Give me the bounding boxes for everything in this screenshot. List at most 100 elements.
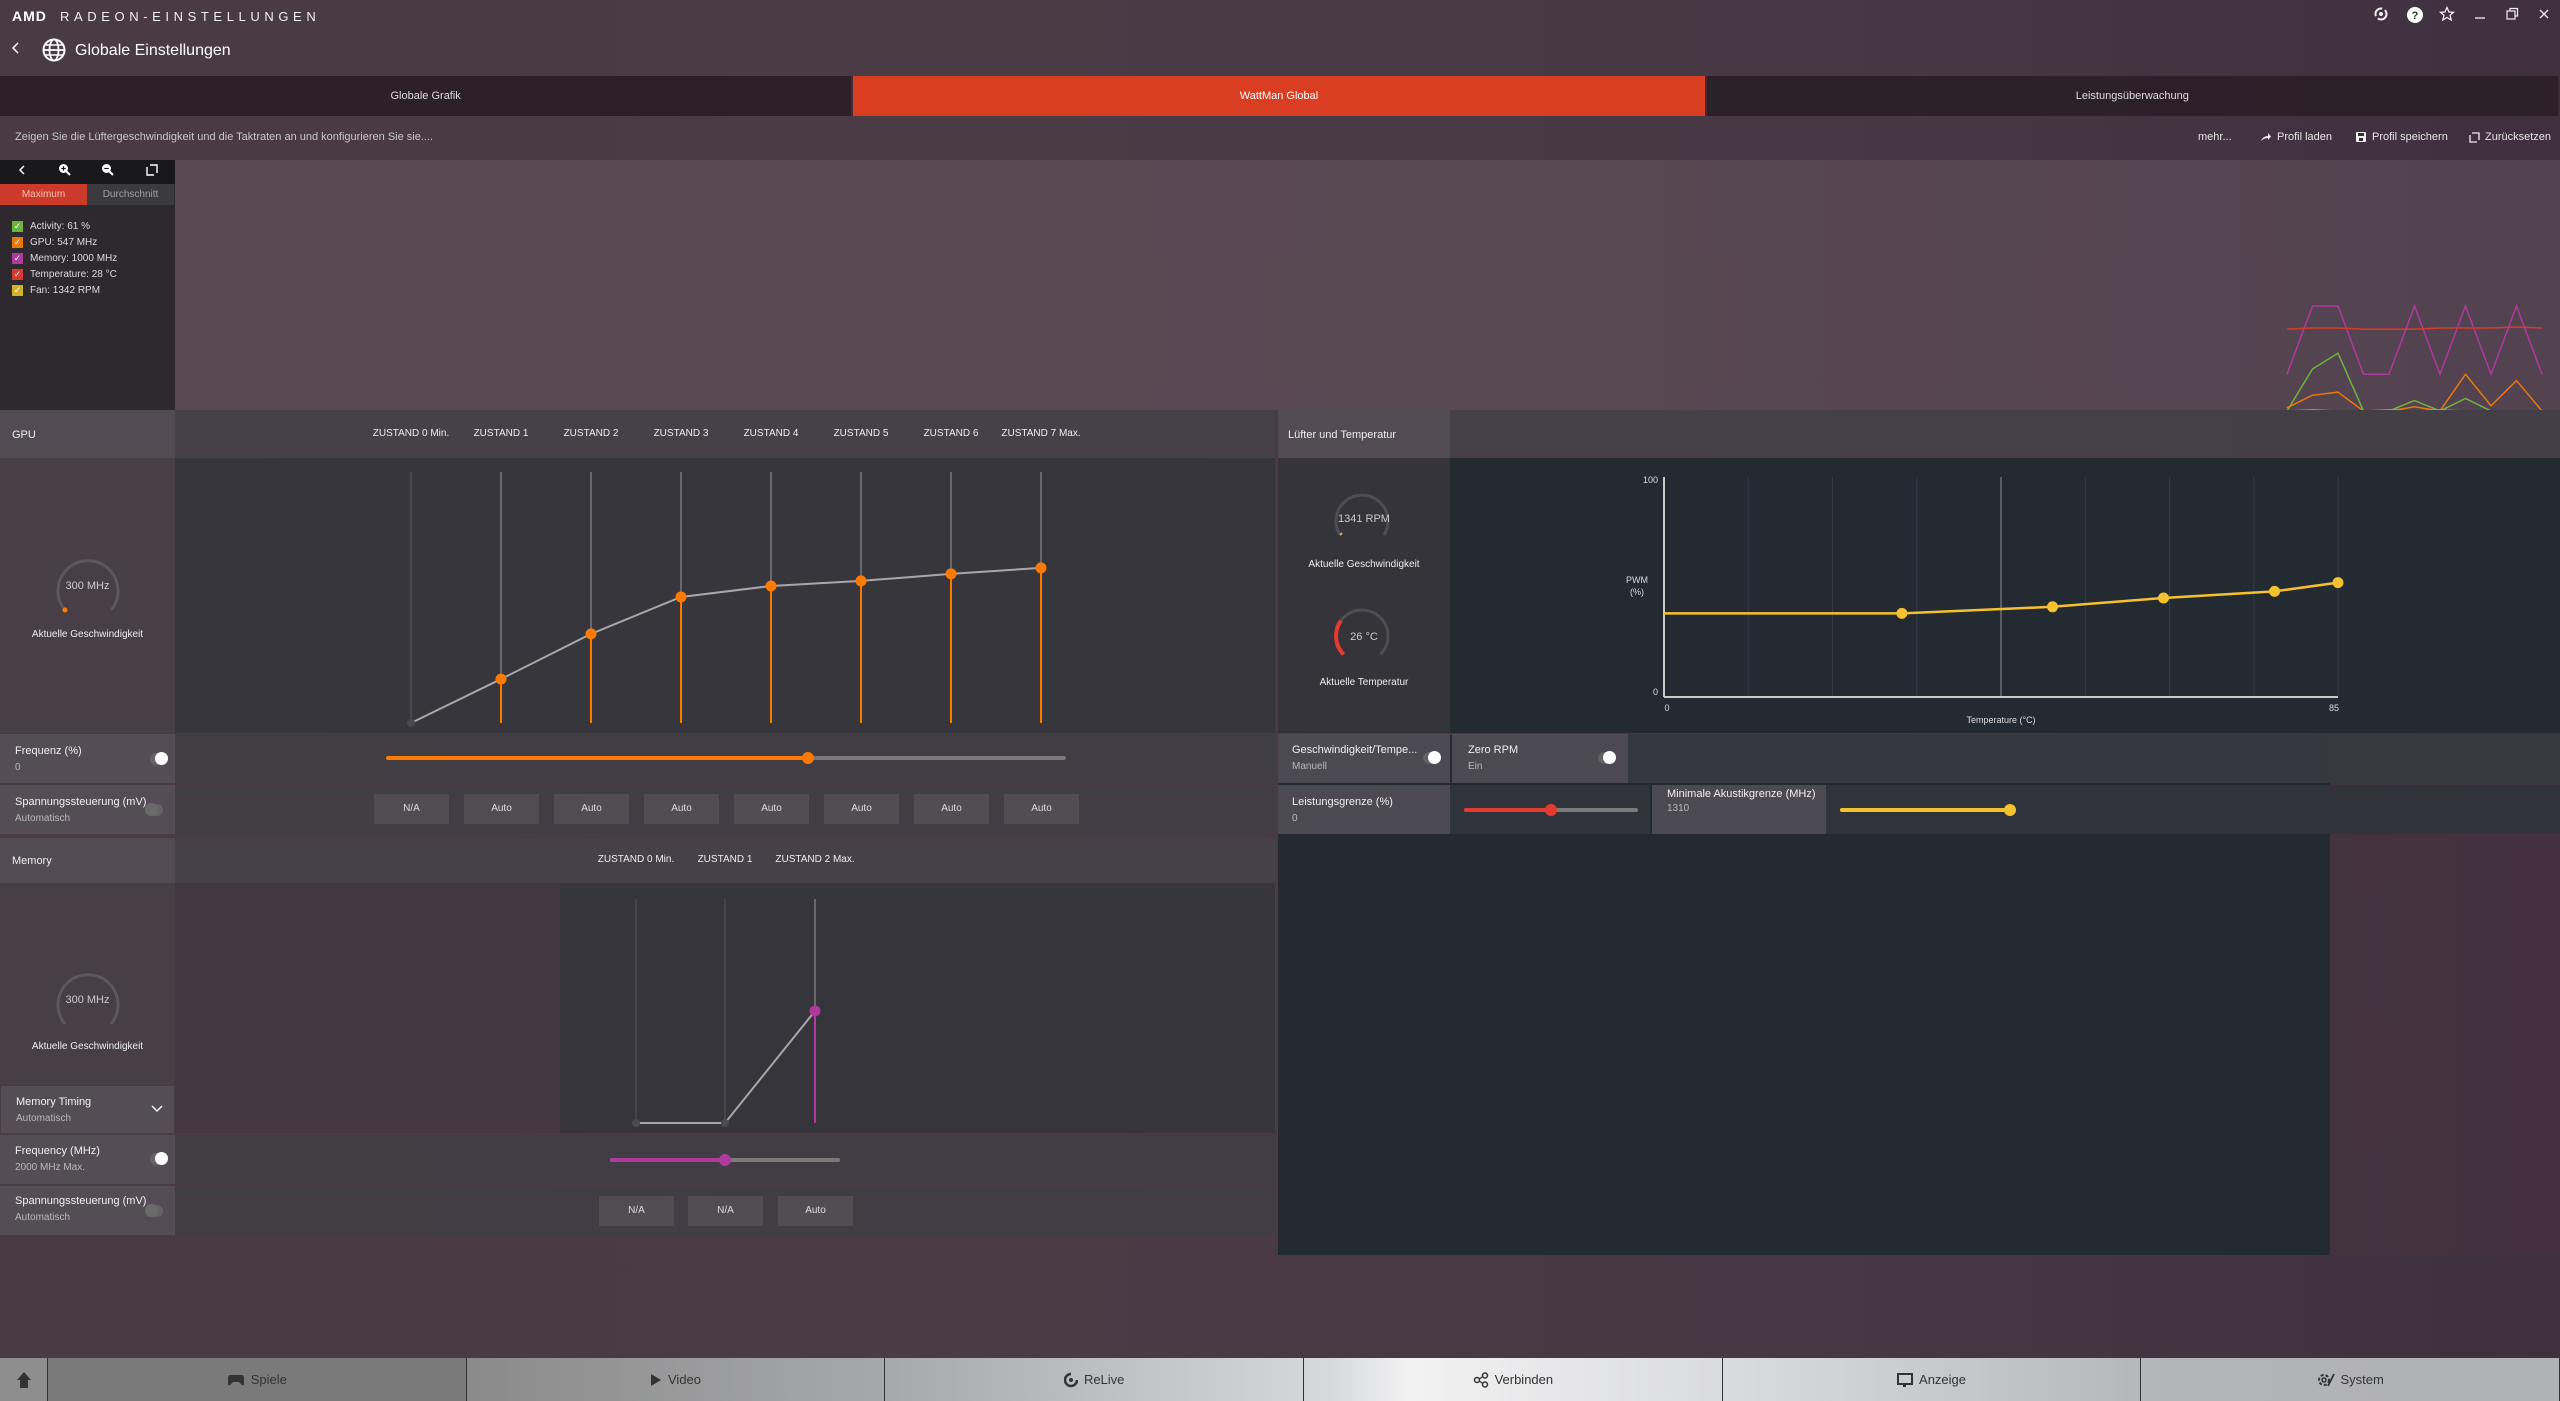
- monitor-tab-maximum[interactable]: Maximum: [0, 184, 87, 205]
- slider-handle[interactable]: [2004, 804, 2016, 816]
- gpu-voltage-state-button[interactable]: N/A: [374, 794, 449, 824]
- fan-title: Lüfter und Temperatur: [1288, 429, 1397, 441]
- memory-frequency-control: Frequency (MHz) 2000 MHz Max.: [0, 1135, 175, 1184]
- power-limit-control: Leistungsgrenze (%) 0: [1278, 785, 1450, 834]
- power-limit-slider[interactable]: [1464, 804, 1638, 816]
- x-axis-label: Temperature (°C): [1966, 715, 2035, 725]
- memory-voltage-state-button[interactable]: Auto: [778, 1196, 853, 1226]
- speed-temp-toggle[interactable]: [1423, 751, 1441, 764]
- tab-globale-grafik[interactable]: Globale Grafik: [0, 76, 854, 116]
- fan-curve-chart[interactable]: 100 00 85 PWM (%) Temperature (°C): [1600, 465, 2360, 730]
- power-limit-title: Leistungsgrenze (%): [1292, 796, 1393, 808]
- star-icon[interactable]: [2436, 5, 2458, 28]
- nav-verbinden[interactable]: Verbinden: [1304, 1358, 1723, 1401]
- gpu-state-label: ZUSTAND 1: [473, 428, 529, 439]
- gpu-voltage-state-button[interactable]: Auto: [1004, 794, 1079, 824]
- home-button[interactable]: [0, 1358, 48, 1401]
- gpu-frequency-toggle[interactable]: [150, 752, 168, 765]
- nav-label: System: [2340, 1372, 2384, 1387]
- zoom-in-icon: [59, 164, 71, 176]
- fan-speed-value: 1341 RPM: [1338, 513, 1390, 525]
- back-button[interactable]: [10, 40, 22, 61]
- fan-row-filler: [1628, 734, 2560, 783]
- minimize-icon[interactable]: [2469, 6, 2491, 28]
- nav-spiele[interactable]: Spiele: [48, 1358, 467, 1401]
- slider-handle[interactable]: [1545, 804, 1557, 816]
- nav-system[interactable]: System: [2141, 1358, 2560, 1401]
- monitor-tab-durchschnitt[interactable]: Durchschnitt: [87, 184, 174, 205]
- monitor-back-button[interactable]: [0, 160, 43, 184]
- x-tick-label: 85: [2329, 703, 2339, 713]
- gpu-voltage-state-button[interactable]: Auto: [824, 794, 899, 824]
- gpu-frequency-value: 0: [15, 762, 21, 773]
- memory-clock-chart[interactable]: [560, 885, 880, 1135]
- legend-item-memory[interactable]: ✓ Memory: 1000 MHz: [12, 250, 117, 266]
- bottom-navigation: Spiele Video ReLive Verbinden Anzeige Sy…: [0, 1358, 2560, 1401]
- svg-text:?: ?: [2412, 10, 2419, 22]
- gpu-voltage-state-button[interactable]: Auto: [554, 794, 629, 824]
- memory-voltage-state-button[interactable]: N/A: [688, 1196, 763, 1226]
- monitor-legend: ✓ Activity: 61 % ✓ GPU: 547 MHz ✓ Memory: 1…: [12, 218, 117, 298]
- fan-curve-point: [2158, 592, 2170, 604]
- save-profile-button[interactable]: Profil speichern: [2356, 131, 2448, 143]
- monitor-reset-button[interactable]: [129, 160, 175, 184]
- zoom-in-button[interactable]: [43, 160, 86, 184]
- slider-handle[interactable]: [801, 752, 814, 764]
- gpu-voltage-state-button[interactable]: Auto: [734, 794, 809, 824]
- memory-frequency-toggle[interactable]: [150, 1152, 168, 1165]
- nav-label: Video: [668, 1372, 702, 1387]
- gamepad-icon: [227, 1374, 244, 1385]
- gpu-voltage-state-button[interactable]: Auto: [644, 794, 719, 824]
- slider-handle[interactable]: [719, 1154, 731, 1166]
- checkbox-icon: ✓: [12, 220, 23, 232]
- more-link[interactable]: mehr...: [2198, 131, 2232, 143]
- nav-label: ReLive: [1083, 1372, 1125, 1387]
- legend-item-gpu[interactable]: ✓ GPU: 547 MHz: [12, 234, 117, 250]
- load-profile-button[interactable]: Profil laden: [2260, 131, 2332, 143]
- restore-icon[interactable]: [2501, 6, 2523, 28]
- gpu-frequency-slider[interactable]: [386, 752, 1066, 764]
- nav-anzeige[interactable]: Anzeige: [1723, 1358, 2142, 1401]
- memory-frequency-slider[interactable]: [610, 1154, 840, 1166]
- fan-curve-point: [2269, 585, 2281, 597]
- zoom-out-button[interactable]: [86, 160, 129, 184]
- reset-button[interactable]: Zurücksetzen: [2469, 131, 2551, 143]
- gpu-voltage-toggle[interactable]: [145, 803, 163, 816]
- legend-item-activity[interactable]: ✓ Activity: 61 %: [12, 218, 117, 234]
- slider-fill: [610, 1158, 725, 1162]
- nav-relive[interactable]: ReLive: [885, 1358, 1305, 1401]
- state-point: [721, 1119, 729, 1127]
- acoustic-limit-slider[interactable]: [1840, 804, 2016, 816]
- nav-video[interactable]: Video: [467, 1358, 886, 1401]
- gpu-clock-chart[interactable]: [370, 460, 1090, 735]
- memory-timing-dropdown[interactable]: Memory Timing Automatisch: [1, 1086, 174, 1133]
- memory-voltage-state-button[interactable]: N/A: [599, 1196, 674, 1226]
- fan-header-bar: [1450, 410, 2560, 458]
- gpu-voltage-state-button[interactable]: Auto: [464, 794, 539, 824]
- tab-leistungsueberwachung[interactable]: Leistungsüberwachung: [1706, 76, 2560, 116]
- speed-temp-title: Geschwindigkeit/Tempe...: [1292, 744, 1418, 756]
- memory-timing-title: Memory Timing: [16, 1096, 92, 1108]
- zero-rpm-toggle[interactable]: [1598, 751, 1616, 764]
- memory-frequency-value: 2000 MHz Max.: [15, 1162, 86, 1173]
- temperature-label: Aktuelle Temperatur: [1319, 677, 1409, 688]
- gpu-voltage-state-button[interactable]: Auto: [914, 794, 989, 824]
- gpu-state-label: ZUSTAND 4: [743, 428, 799, 439]
- legend-item-fan[interactable]: ✓ Fan: 1342 RPM: [12, 282, 117, 298]
- memory-voltage-toggle[interactable]: [145, 1204, 163, 1217]
- help-icon[interactable]: ?: [2404, 6, 2426, 28]
- legend-item-temperature[interactable]: ✓ Temperature: 28 °C: [12, 266, 117, 282]
- memory-header: Memory: [0, 838, 175, 883]
- refresh-icon[interactable]: [2370, 6, 2392, 28]
- memory-title: Memory: [12, 855, 52, 867]
- x-tick-label: 0: [1664, 703, 1669, 713]
- state-point: [1035, 562, 1047, 574]
- close-icon[interactable]: [2533, 6, 2555, 28]
- play-icon: [651, 1373, 661, 1386]
- gpu-speed-value: 300 MHz: [65, 580, 110, 592]
- page-title: Globale Einstellungen: [75, 42, 231, 59]
- main-tabs: Globale Grafik WattMan Global Leistungsü…: [0, 76, 2560, 116]
- tab-wattman-global[interactable]: WattMan Global: [853, 76, 1707, 116]
- state-point: [945, 568, 957, 580]
- amd-logo: AMD: [12, 8, 47, 24]
